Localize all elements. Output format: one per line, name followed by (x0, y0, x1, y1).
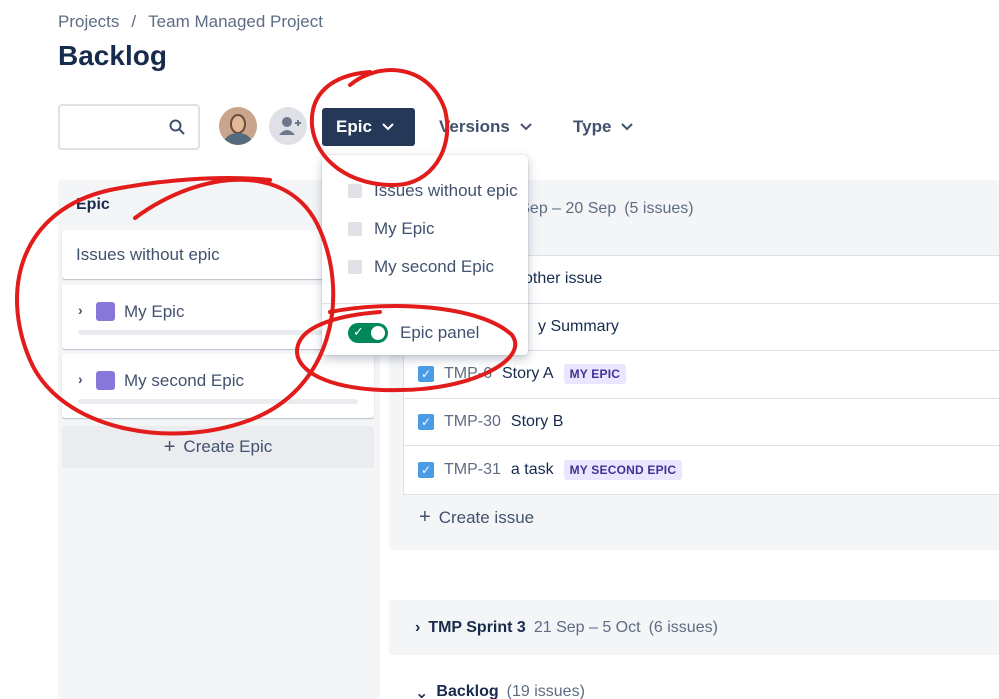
dropdown-option-my-second-epic[interactable]: My second Epic (348, 257, 494, 277)
issue-row[interactable]: ✓ TMP-30 Story B (404, 399, 999, 446)
chevron-down-icon (382, 123, 394, 131)
dropdown-option-label: Issues without epic (374, 181, 518, 200)
type-filter-button[interactable]: Type (559, 108, 647, 146)
epic-card-my-second-epic[interactable]: › My second Epic (62, 354, 374, 418)
page-title: Backlog (58, 40, 167, 71)
versions-filter-label: Versions (439, 117, 510, 136)
sprint-issue-count: (6 issues) (648, 618, 718, 636)
dropdown-option-issues-without-epic[interactable]: Issues without epic (348, 181, 518, 201)
backlog-issue-count: (19 issues) (506, 683, 585, 699)
backlog-name: Backlog (436, 683, 499, 699)
create-epic-label: Create Epic (183, 437, 273, 456)
chevron-down-icon (621, 123, 634, 131)
issue-key[interactable]: TMP-31 (444, 461, 501, 479)
check-icon: ✓ (353, 324, 364, 339)
epic-name: My second Epic (124, 371, 244, 390)
chevron-right-icon[interactable]: › (78, 371, 83, 387)
epic-filter-label: Epic (336, 117, 372, 136)
search-icon (169, 119, 185, 135)
sprint-name: TMP Sprint 3 (428, 618, 526, 636)
dropdown-option-my-epic[interactable]: My Epic (348, 219, 434, 239)
backlog-header[interactable]: ⌄ Backlog (19 issues) (389, 683, 999, 699)
epic-filter-dropdown: Issues without epic My Epic My second Ep… (322, 155, 528, 355)
issue-summary: Story A (502, 365, 554, 383)
epic-panel-toggle[interactable]: ✓ (348, 323, 388, 343)
chevron-right-icon[interactable]: › (78, 302, 83, 318)
epic-panel-title: Epic (76, 196, 110, 213)
search-input[interactable] (58, 104, 200, 150)
epic-panel-toggle-row[interactable]: ✓ Epic panel (348, 323, 479, 343)
epic-lozenge[interactable]: MY EPIC (563, 364, 627, 385)
task-type-icon: ✓ (418, 366, 434, 383)
breadcrumb: Projects / Team Managed Project (58, 12, 323, 32)
checkbox[interactable] (348, 260, 362, 274)
breadcrumb-projects[interactable]: Projects (58, 12, 119, 32)
dropdown-option-label: My Epic (374, 219, 435, 238)
issues-without-epic-label: Issues without epic (76, 245, 220, 264)
type-filter-label: Type (573, 117, 612, 136)
dropdown-option-label: My second Epic (374, 257, 494, 276)
chevron-down-icon[interactable]: ⌄ (415, 683, 428, 699)
issue-row[interactable]: ✓ TMP-31 a task MY SECOND EPIC (404, 446, 999, 494)
add-person-icon (279, 117, 301, 135)
epic-color-swatch (96, 371, 115, 390)
sprint-dates: 21 Sep – 5 Oct (533, 618, 641, 636)
plus-icon: + (163, 435, 176, 458)
chevron-down-icon (520, 123, 532, 131)
task-type-icon: ✓ (418, 461, 434, 478)
sprint-3-header[interactable]: › TMP Sprint 3 21 Sep – 5 Oct (6 issues) (389, 600, 999, 655)
breadcrumb-separator: / (131, 12, 137, 31)
epic-lozenge[interactable]: MY SECOND EPIC (563, 459, 683, 480)
epic-name: My Epic (124, 302, 185, 321)
toggle-label: Epic panel (400, 323, 480, 342)
divider (322, 303, 528, 304)
add-people-button[interactable] (269, 107, 307, 145)
epic-progress-bar (78, 330, 358, 335)
chevron-right-icon[interactable]: › (415, 619, 420, 637)
issue-summary: other issue (524, 270, 603, 288)
epic-filter-button[interactable]: Epic (322, 108, 415, 146)
versions-filter-button[interactable]: Versions (425, 108, 546, 146)
breadcrumb-project[interactable]: Team Managed Project (148, 12, 323, 32)
issue-summary: y Summary (538, 317, 619, 335)
avatar[interactable] (219, 107, 257, 145)
issue-key[interactable]: TMP-30 (444, 413, 501, 431)
sprint-issue-count: (5 issues) (624, 200, 694, 217)
checkbox[interactable] (348, 222, 362, 236)
create-issue-label: Create issue (438, 508, 535, 527)
create-epic-button[interactable]: + Create Epic (62, 426, 374, 468)
issue-key[interactable]: TMP-6 (444, 365, 492, 383)
epic-color-swatch (96, 302, 115, 321)
task-type-icon: ✓ (418, 413, 434, 430)
plus-icon: + (419, 506, 431, 528)
checkbox[interactable] (348, 184, 362, 198)
epic-progress-bar (78, 399, 358, 404)
create-issue-button[interactable]: + Create issue (419, 506, 535, 528)
issue-row[interactable]: ✓ TMP-6 Story A MY EPIC (404, 351, 999, 399)
issue-summary: a task (510, 460, 554, 478)
issue-summary: Story B (510, 412, 564, 430)
